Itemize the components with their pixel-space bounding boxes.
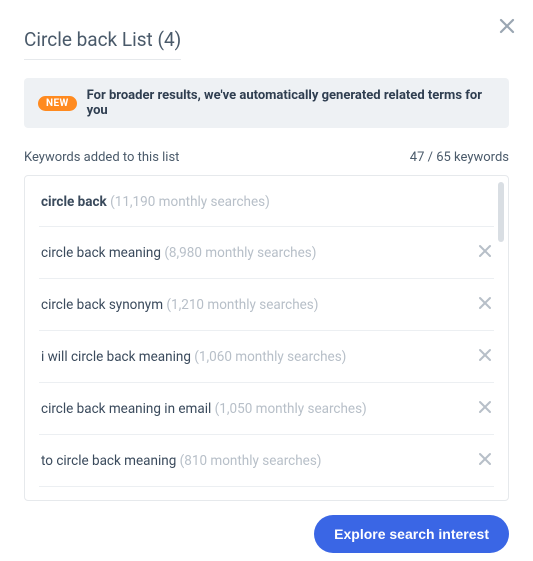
remove-keyword-icon[interactable] (478, 347, 492, 366)
keyword-term: circle back (41, 194, 107, 210)
keyword-row: circle back synonym (1,210 monthly searc… (39, 279, 494, 331)
keyword-term: circle back meaning in email (41, 401, 211, 417)
keyword-row: how to respond when will circle back to…… (39, 487, 494, 501)
page-title: Circle back List (4) (24, 28, 181, 60)
keywords-label: Keywords added to this list (24, 150, 179, 165)
keyword-text: circle back synonym (1,210 monthly searc… (41, 297, 318, 313)
keyword-meta: (11,190 monthly searches) (110, 194, 270, 210)
keyword-row: to circle back meaning (810 monthly sear… (39, 435, 494, 487)
keyword-term: circle back meaning (41, 245, 161, 261)
keyword-text: i will circle back meaning (1,060 monthl… (41, 349, 346, 365)
keyword-text: to circle back meaning (810 monthly sear… (41, 453, 322, 469)
keyword-meta: (1,060 monthly searches) (194, 349, 346, 365)
keyword-term: i will circle back meaning (41, 349, 191, 365)
info-banner: NEW For broader results, we've automatic… (24, 78, 509, 128)
keyword-meta: (810 monthly searches) (180, 453, 322, 469)
remove-keyword-icon[interactable] (478, 451, 492, 470)
remove-keyword-icon[interactable] (478, 295, 492, 314)
keyword-row: circle back (11,190 monthly searches) (39, 176, 494, 227)
keyword-meta: (1,210 monthly searches) (166, 297, 318, 313)
banner-text: For broader results, we've automatically… (87, 88, 495, 118)
keywords-counter: 47 / 65 keywords (410, 150, 509, 165)
keyword-text: circle back meaning (8,980 monthly searc… (41, 245, 316, 261)
keyword-list: circle back (11,190 monthly searches)cir… (24, 175, 509, 501)
keyword-row: i will circle back meaning (1,060 monthl… (39, 331, 494, 383)
keyword-text: circle back (11,190 monthly searches) (41, 194, 270, 210)
keyword-term: circle back synonym (41, 297, 163, 313)
close-icon[interactable] (499, 18, 515, 38)
scrollbar-thumb[interactable] (498, 182, 504, 242)
keyword-row: circle back meaning in email (1,050 mont… (39, 383, 494, 435)
keyword-text: circle back meaning in email (1,050 mont… (41, 401, 367, 417)
explore-button[interactable]: Explore search interest (314, 515, 509, 553)
remove-keyword-icon[interactable] (478, 399, 492, 418)
remove-keyword-icon[interactable] (478, 243, 492, 262)
keyword-term: to circle back meaning (41, 453, 176, 469)
keyword-row: circle back meaning (8,980 monthly searc… (39, 227, 494, 279)
keyword-meta: (1,050 monthly searches) (215, 401, 367, 417)
keyword-meta: (8,980 monthly searches) (164, 245, 316, 261)
new-badge: NEW (38, 96, 77, 111)
